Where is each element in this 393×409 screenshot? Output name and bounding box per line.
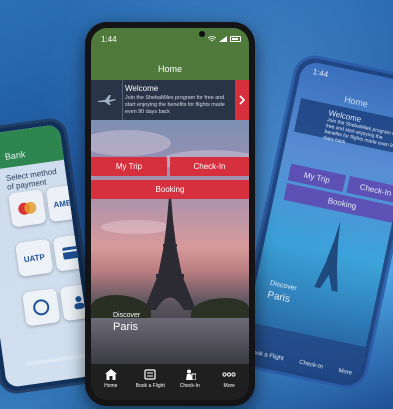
signal-icon [219,36,227,42]
card-logo-icon [8,189,47,228]
welcome-title: Welcome [125,84,159,93]
wifi-icon [208,36,216,42]
left-phone-footer [25,351,86,371]
discover-block[interactable]: Discover Paris [113,312,140,333]
check-in-icon [185,369,196,380]
right-phone-city: Paris [266,289,291,306]
uatp-tile: UATP [15,238,54,278]
front-camera [199,31,205,37]
check-in-button[interactable]: Check-In [170,157,249,176]
more-icon [222,372,236,377]
status-icons [208,36,241,42]
home-icon [104,369,117,380]
ticket-icon [144,369,156,380]
nav-more-label: More [223,383,235,389]
welcome-text: Welcome Join the ShebaMiles program for … [125,84,231,116]
main-phone: 1:44 Home Welcome Join the ShebaMiles pr… [85,22,255,406]
discover-city: Paris [113,321,139,333]
airplane-icon [97,95,116,105]
my-trip-button[interactable]: My Trip [91,157,167,176]
status-time: 1:44 [101,34,117,44]
nav-check-in-label: Check-In [179,383,200,389]
nav-book-flight[interactable]: Book a Flight [131,364,171,400]
right-phone-nav-item: Check-In [298,359,324,371]
nav-more[interactable]: More [210,364,250,400]
left-phone-title: Bank [4,149,26,162]
chevron-right-icon [239,95,245,105]
welcome-arrow-button[interactable] [235,80,249,120]
status-bar: 1:44 [101,33,241,45]
right-phone-nav-item: More [337,367,353,377]
main-screen: 1:44 Home Welcome Join the ShebaMiles pr… [91,28,249,400]
battery-icon [230,36,241,42]
nav-book-flight-label: Book a Flight [135,383,165,389]
welcome-banner[interactable]: Welcome Join the ShebaMiles program for … [91,80,249,120]
nav-home-label: Home [104,383,118,389]
eiffel-tower-icon [144,190,196,310]
wallet-icon [22,288,61,327]
cloud-shape [91,130,171,156]
page-title: Home [157,64,182,74]
discover-label: Discover [113,312,141,319]
right-phone-tower-icon [314,221,341,293]
plane-logo-box [91,80,123,120]
nav-check-in[interactable]: Check-In [170,364,210,400]
bottom-nav: Home Book a Flight Check-In More [91,364,249,400]
nav-home[interactable]: Home [91,364,131,400]
welcome-body: Join the ShebaMiles program for free and… [125,95,225,115]
app-header: 1:44 Home [91,28,249,80]
booking-button[interactable]: Booking [91,180,249,199]
